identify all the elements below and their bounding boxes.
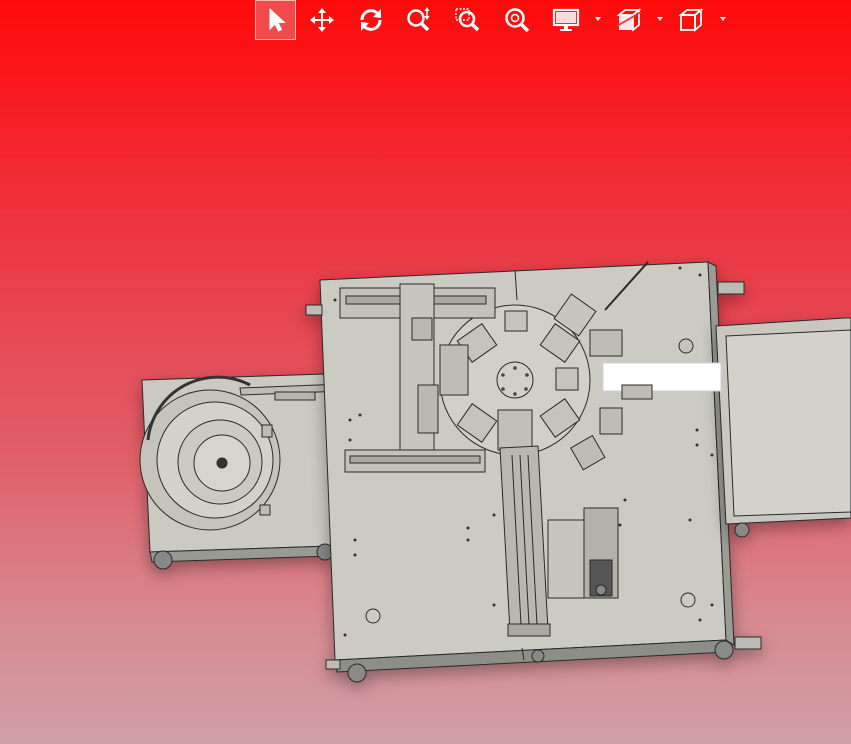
tray-label-plate — [602, 362, 722, 392]
machine-model — [139, 261, 851, 683]
output-tray — [715, 317, 851, 538]
motor-station — [547, 507, 619, 599]
model-viewport[interactable] — [0, 0, 851, 744]
